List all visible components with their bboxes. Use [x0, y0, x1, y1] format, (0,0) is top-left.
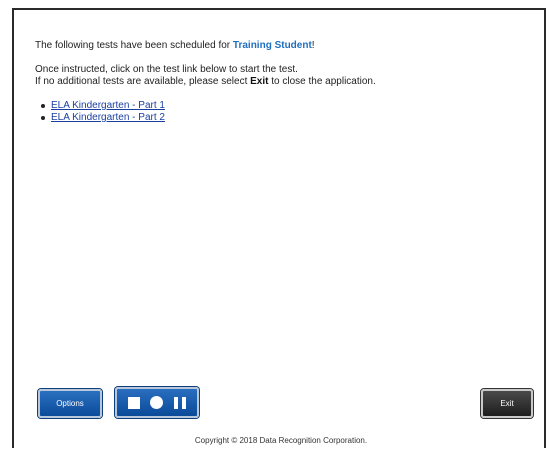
main-content: The following tests have been scheduled … [35, 40, 535, 124]
copyright-text: Copyright © 2018 Data Recognition Corpor… [194, 436, 368, 445]
list-item: ELA Kindergarten - Part 1 [41, 100, 535, 112]
test-list: ELA Kindergarten - Part 1 ELA Kindergart… [35, 100, 535, 124]
app-window: The following tests have been scheduled … [12, 8, 546, 448]
record-icon[interactable] [150, 396, 164, 409]
exit-button[interactable]: Exit [481, 389, 533, 418]
message-prefix: The following tests have been scheduled … [35, 40, 233, 51]
test-link-part-1[interactable]: ELA Kindergarten - Part 1 [51, 100, 165, 111]
instruction-line-1: Once instructed, click on the test link … [35, 64, 298, 75]
media-controls [115, 387, 199, 418]
instruction-line-2: If no additional tests are available, pl… [35, 76, 535, 88]
pause-icon[interactable] [173, 396, 186, 409]
list-item: ELA Kindergarten - Part 2 [41, 112, 535, 124]
scheduled-message: The following tests have been scheduled … [35, 40, 535, 52]
student-name: Training Student [232, 40, 312, 51]
instruction-prefix: If no additional tests are available, pl… [35, 76, 251, 87]
stop-icon[interactable] [128, 396, 141, 409]
message-suffix: ! [311, 40, 315, 51]
options-button[interactable]: Options [38, 389, 102, 418]
instruction-suffix: to close the application. [268, 76, 376, 87]
test-link-part-2[interactable]: ELA Kindergarten - Part 2 [51, 112, 165, 123]
instruction-exit-word: Exit [250, 76, 269, 87]
